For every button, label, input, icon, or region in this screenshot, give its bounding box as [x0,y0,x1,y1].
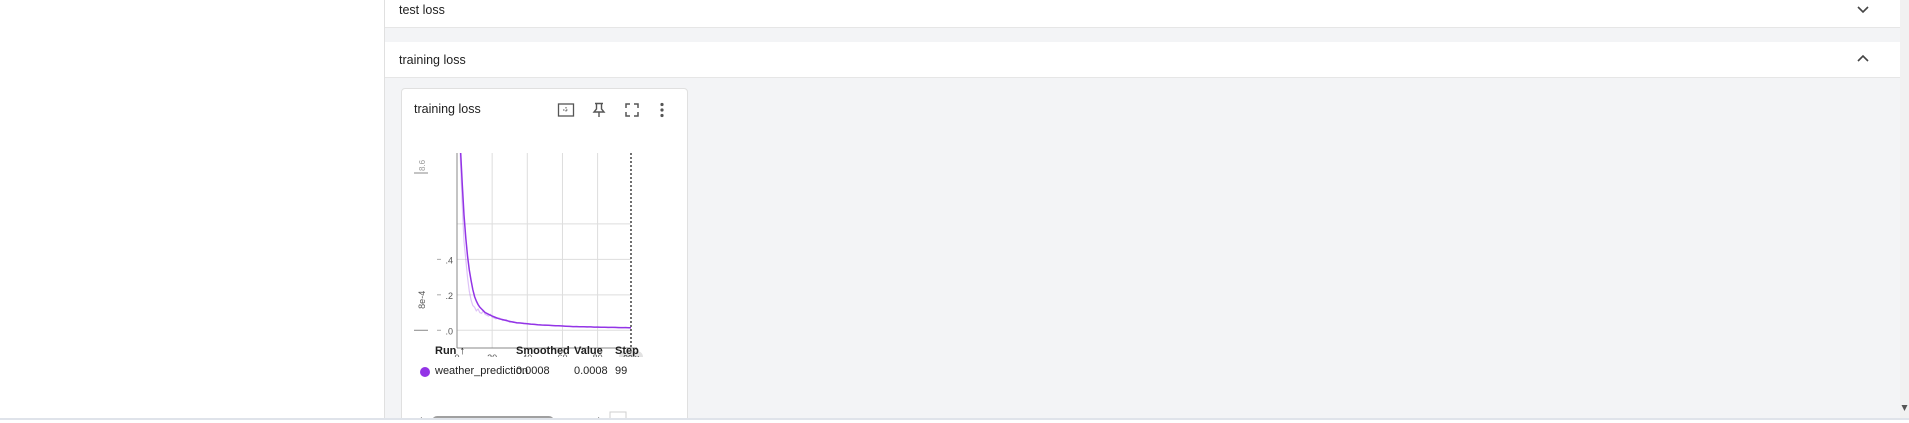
section-title: test loss [399,2,445,17]
column-header-run[interactable]: Run ↑ [435,345,465,357]
y-tick-label: .2 [445,291,453,301]
pin-icon[interactable] [589,100,609,120]
main-panel: test loss training loss training loss .4… [385,0,1900,418]
run-name: weather_prediction [435,365,528,377]
y-clipped-label: 8.6 [418,159,427,171]
x-tick-label: 20 [487,353,497,357]
y-tick-label: .0 [445,326,453,336]
raw-value: 0.0008 [574,365,608,377]
step-value: 99 [615,365,628,377]
horizontal-scrollbar[interactable] [402,409,687,418]
fullscreen-icon[interactable] [622,100,642,120]
more-vert-icon[interactable] [652,100,672,120]
run-color-dot [420,367,430,377]
smoothed-value: 0.0008 [516,365,550,377]
chevron-up-icon[interactable] [1854,50,1872,68]
chart-card: training loss .4.2.08e-48.6 020406080 99… [401,88,688,418]
y-tick-label: .4 [445,255,453,265]
chevron-down-icon[interactable] [1854,0,1872,18]
y-axis: .4 .2 .0 8e-4 8.6 [414,159,453,336]
section-title: training loss [399,52,466,67]
chart-plot[interactable]: .4.2.08e-48.6 020406080 99× [402,127,687,357]
fit-domain-icon[interactable] [556,100,576,120]
y-exponent-label: 8e-4 [417,291,427,309]
card-title: training loss [414,102,481,116]
column-header-step[interactable]: Step [615,345,639,357]
section-header-test-loss[interactable]: test loss [385,0,1900,28]
column-header-smoothed[interactable]: Smoothed [516,345,570,357]
scroll-down-icon[interactable] [1901,405,1908,411]
left-pane [0,0,385,418]
plot-area [457,153,631,348]
chart-grid [456,153,637,349]
section-header-training-loss[interactable]: training loss [385,42,1900,78]
column-header-value[interactable]: Value [574,345,603,357]
vertical-scrollbar[interactable] [1900,0,1909,418]
